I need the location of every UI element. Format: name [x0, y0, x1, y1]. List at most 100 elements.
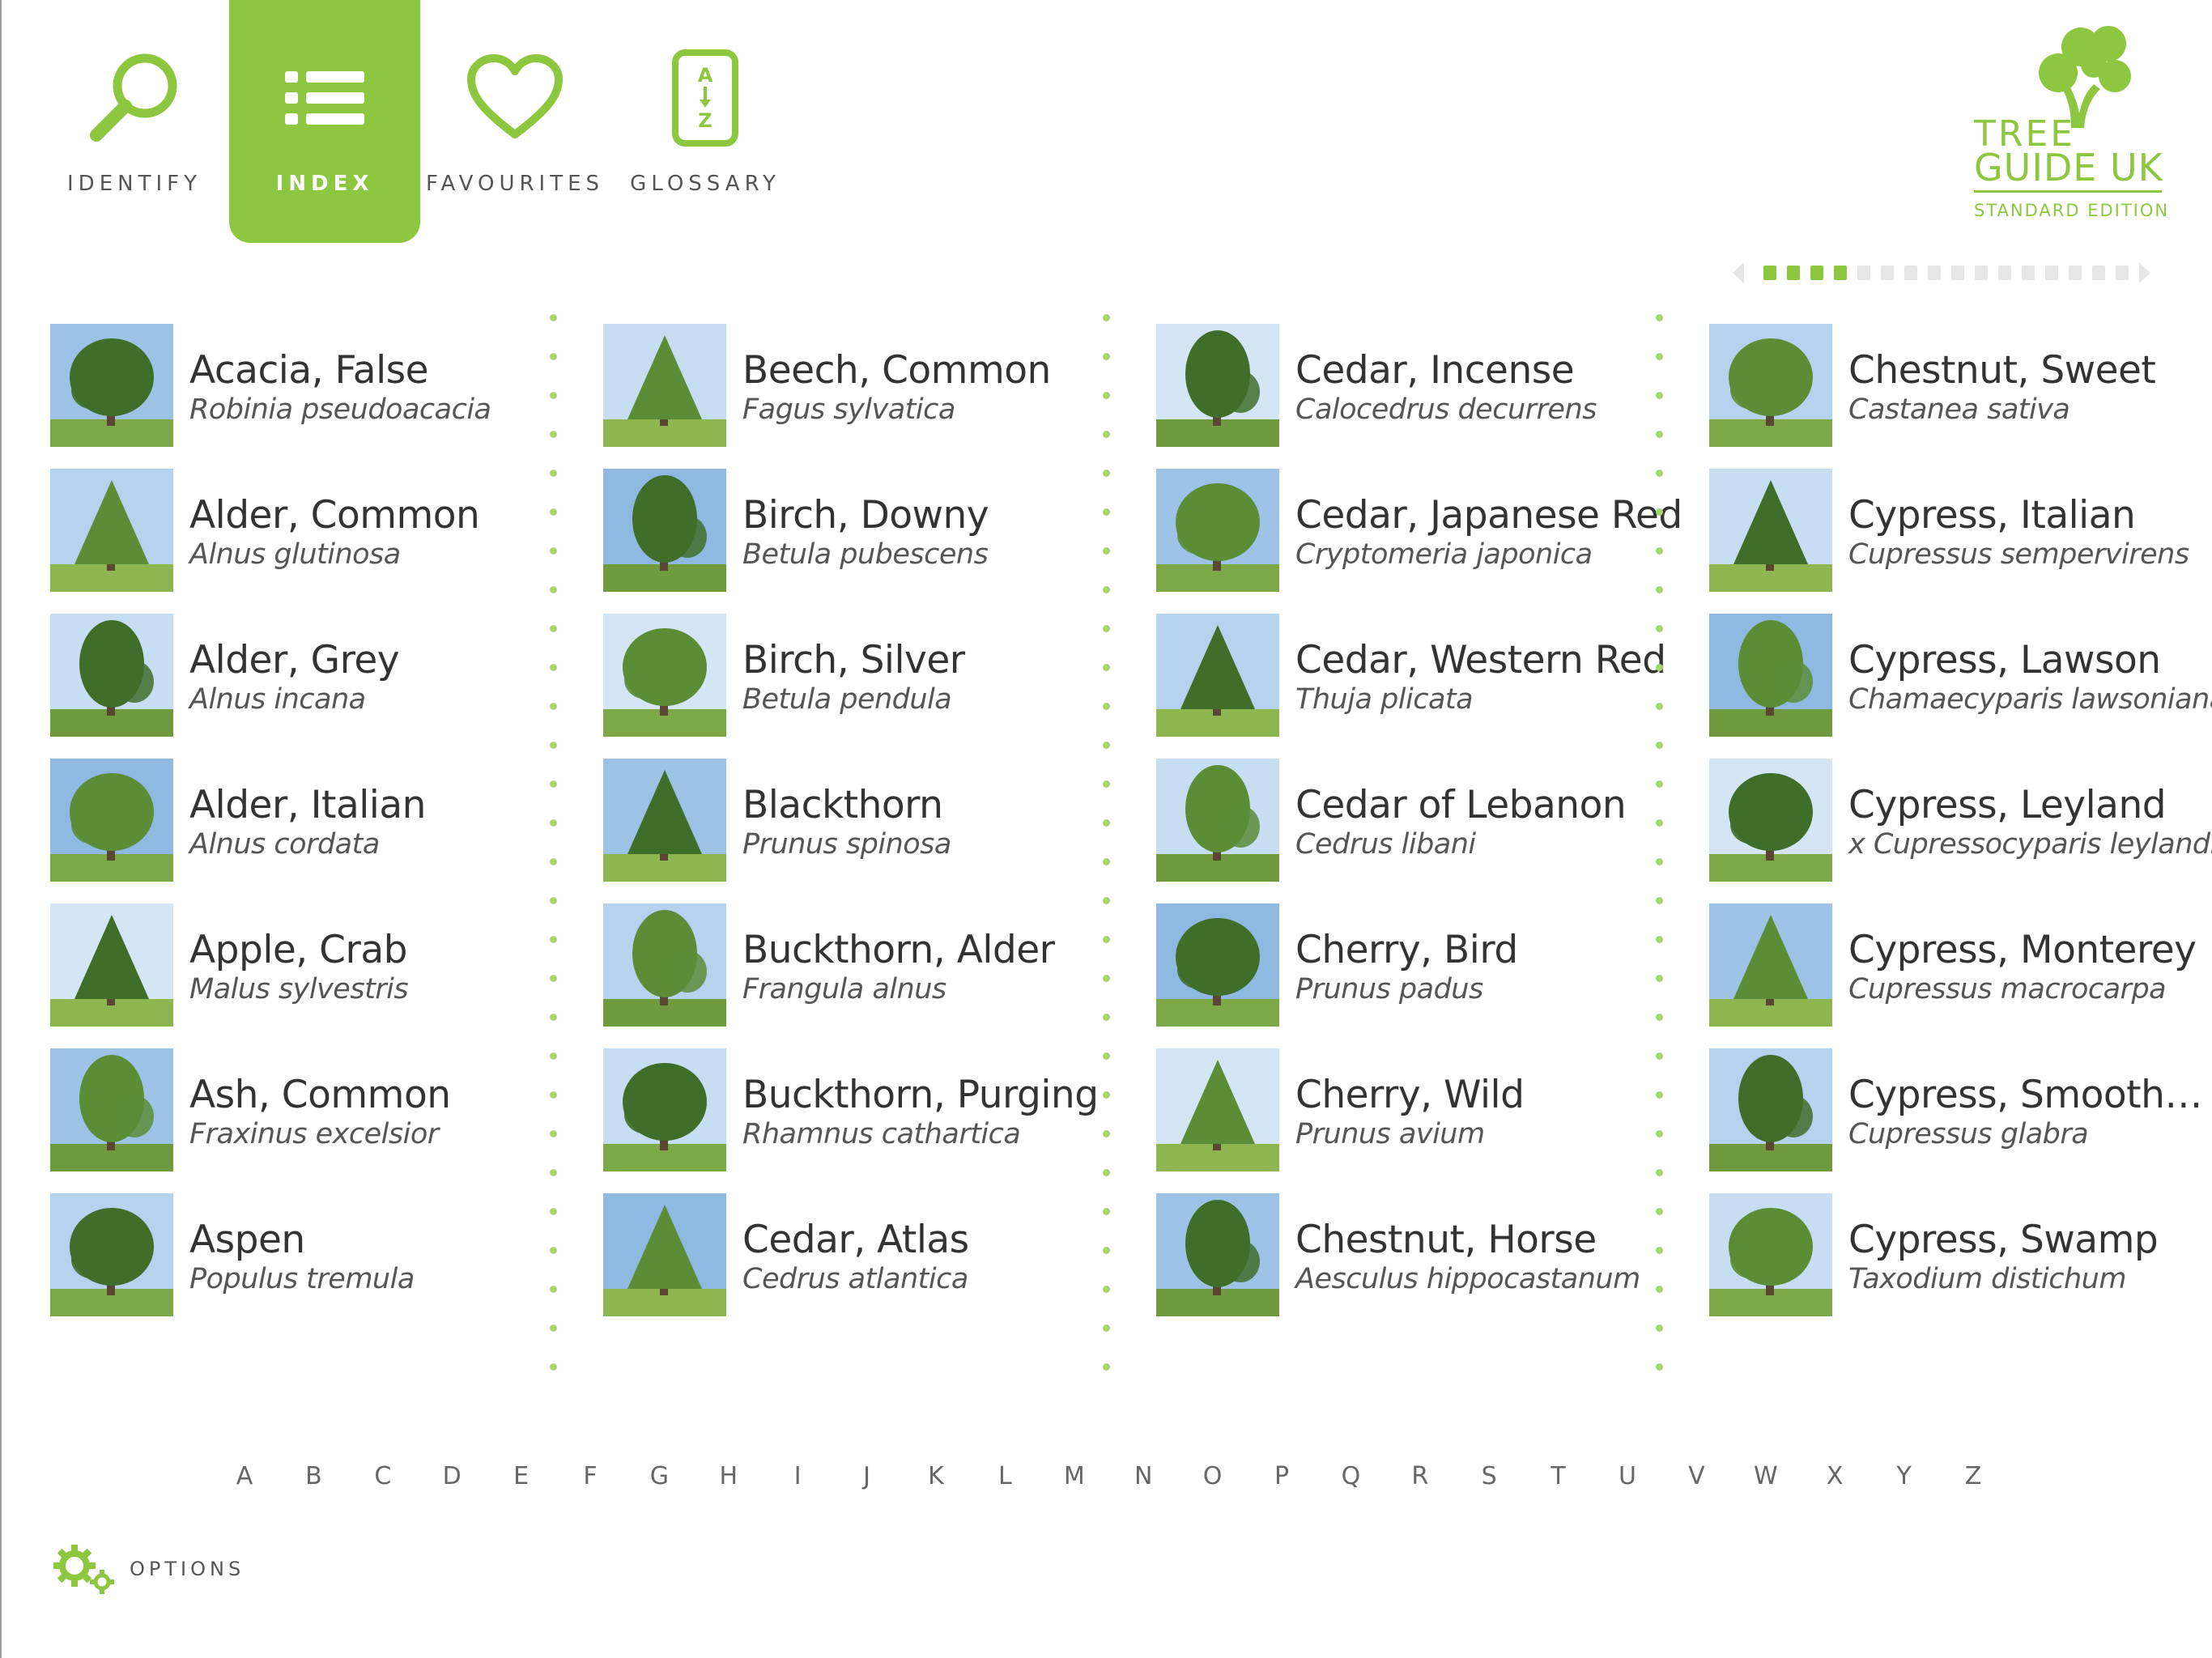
- alphabet-letter-q[interactable]: Q: [1326, 1462, 1375, 1490]
- alphabet-letter-z[interactable]: Z: [1949, 1462, 1997, 1490]
- tree-common-name: Cypress, Lawson: [1848, 638, 2161, 682]
- alphabet-letter-f[interactable]: F: [566, 1462, 615, 1490]
- nav-glossary[interactable]: A Z GLOSSARY: [610, 0, 801, 243]
- alphabet-letter-i[interactable]: I: [773, 1462, 822, 1490]
- tree-list-item[interactable]: Cedar, Incense Calocedrus decurrens: [1156, 324, 1707, 447]
- tree-thumbnail: [1709, 759, 1832, 882]
- alphabet-letter-a[interactable]: A: [220, 1462, 269, 1490]
- tree-list-item[interactable]: Cypress, Lawson Chamaecyparis lawsoniana: [1709, 614, 2212, 737]
- pager-dot-1[interactable]: [1763, 266, 1776, 280]
- alphabet-letter-c[interactable]: C: [359, 1462, 407, 1490]
- tree-list-item[interactable]: Chestnut, Sweet Castanea sativa: [1709, 324, 2212, 447]
- tree-list-item[interactable]: Birch, Downy Betula pubescens: [603, 469, 1154, 592]
- pager-dot-9[interactable]: [1951, 266, 1964, 280]
- tree-list-item[interactable]: Cypress, Smooth… Cupressus glabra: [1709, 1048, 2212, 1171]
- logo-line-guide: GUIDE UK: [1974, 146, 2163, 189]
- pager-dot-2[interactable]: [1787, 266, 1800, 280]
- tree-latin-name: Alnus cordata: [189, 828, 380, 861]
- pager-dot-15[interactable]: [2092, 266, 2105, 280]
- tree-list-item[interactable]: Aspen Populus tremula: [50, 1193, 601, 1316]
- alphabet-letter-b[interactable]: B: [289, 1462, 338, 1490]
- tree-common-name: Cypress, Leyland: [1848, 783, 2167, 827]
- tree-list-item[interactable]: Beech, Common Fagus sylvatica: [603, 324, 1154, 447]
- tree-list-item[interactable]: Cherry, Wild Prunus avium: [1156, 1048, 1707, 1171]
- tree-latin-name: Fraxinus excelsior: [189, 1118, 439, 1150]
- tree-list-item[interactable]: Buckthorn, Alder Frangula alnus: [603, 903, 1154, 1027]
- tree-thumbnail: [50, 469, 173, 592]
- alphabet-letter-u[interactable]: U: [1603, 1462, 1652, 1490]
- alphabet-letter-p[interactable]: P: [1257, 1462, 1306, 1490]
- tree-thumbnail: [603, 324, 726, 447]
- nav-identify[interactable]: IDENTIFY: [39, 0, 230, 243]
- pager-dot-16[interactable]: [2116, 266, 2129, 280]
- alphabet-letter-j[interactable]: J: [843, 1462, 891, 1490]
- tree-list-item[interactable]: Birch, Silver Betula pendula: [603, 614, 1154, 737]
- tree-thumbnail: [1156, 903, 1279, 1027]
- tree-guide-logo: TREE GUIDE UK STANDARD EDITION: [1967, 23, 2167, 225]
- pager-dot-13[interactable]: [2045, 266, 2058, 280]
- alphabet-letter-m[interactable]: M: [1050, 1462, 1099, 1490]
- tree-thumbnail: [603, 614, 726, 737]
- alphabet-letter-y[interactable]: Y: [1880, 1462, 1929, 1490]
- alphabet-letter-l[interactable]: L: [981, 1462, 1029, 1490]
- tree-list-item[interactable]: Cypress, Swamp Taxodium distichum: [1709, 1193, 2212, 1316]
- tree-list-item[interactable]: Cypress, Monterey Cupressus macrocarpa: [1709, 903, 2212, 1027]
- tree-common-name: Ash, Common: [189, 1073, 451, 1117]
- pager-dot-7[interactable]: [1904, 266, 1917, 280]
- tree-thumbnail: [1709, 1193, 1832, 1316]
- tree-list-item[interactable]: Blackthorn Prunus spinosa: [603, 759, 1154, 882]
- pager-next-arrow-icon[interactable]: [2139, 262, 2150, 283]
- pager-prev-arrow-icon[interactable]: [1733, 262, 1744, 283]
- tree-list-item[interactable]: Alder, Grey Alnus incana: [50, 614, 601, 737]
- tree-list-item[interactable]: Chestnut, Horse Aesculus hippocastanum: [1156, 1193, 1707, 1316]
- pager-dot-12[interactable]: [2022, 266, 2035, 280]
- alphabet-letter-r[interactable]: R: [1396, 1462, 1444, 1490]
- tree-list-item[interactable]: Cypress, Leyland x Cupressocyparis leylan…: [1709, 759, 2212, 882]
- tree-thumbnail: [1709, 1048, 1832, 1171]
- tree-list-item[interactable]: Apple, Crab Malus sylvestris: [50, 903, 601, 1027]
- nav-index[interactable]: INDEX: [229, 0, 420, 243]
- pager-dot-14[interactable]: [2069, 266, 2082, 280]
- alphabet-letter-x[interactable]: X: [1810, 1462, 1859, 1490]
- tree-list-item[interactable]: Alder, Italian Alnus cordata: [50, 759, 601, 882]
- tree-list-item[interactable]: Cedar of Lebanon Cedrus libani: [1156, 759, 1707, 882]
- alphabet-letter-h[interactable]: H: [704, 1462, 753, 1490]
- alphabet-letter-g[interactable]: G: [635, 1462, 683, 1490]
- pager-dot-11[interactable]: [1998, 266, 2011, 280]
- tree-common-name: Cherry, Wild: [1295, 1073, 1525, 1117]
- options-label: OPTIONS: [130, 1558, 245, 1580]
- alphabet-letter-v[interactable]: V: [1672, 1462, 1721, 1490]
- tree-thumbnail: [1709, 614, 1832, 737]
- list-icon: [229, 45, 420, 151]
- nav-favourites[interactable]: FAVOURITES: [419, 0, 610, 243]
- alphabet-letter-t[interactable]: T: [1534, 1462, 1583, 1490]
- tree-list-item[interactable]: Cypress, Italian Cupressus sempervirens: [1709, 469, 2212, 592]
- tree-list-item[interactable]: Cedar, Western Red Thuja plicata: [1156, 614, 1707, 737]
- alphabet-letter-n[interactable]: N: [1119, 1462, 1168, 1490]
- alphabet-letter-k[interactable]: K: [912, 1462, 960, 1490]
- alphabet-letter-d[interactable]: D: [428, 1462, 476, 1490]
- logo-edition: STANDARD EDITION: [1974, 201, 2170, 220]
- alphabet-letter-s[interactable]: S: [1465, 1462, 1513, 1490]
- alphabet-letter-o[interactable]: O: [1189, 1462, 1237, 1490]
- tree-list-item[interactable]: Cherry, Bird Prunus padus: [1156, 903, 1707, 1027]
- tree-list-item[interactable]: Buckthorn, Purging Rhamnus cathartica: [603, 1048, 1154, 1171]
- tree-list-item[interactable]: Alder, Common Alnus glutinosa: [50, 469, 601, 592]
- pager-dot-6[interactable]: [1881, 266, 1894, 280]
- tree-list-item[interactable]: Cedar, Japanese Red Cryptomeria japonica: [1156, 469, 1707, 592]
- tree-thumbnail: [603, 759, 726, 882]
- pager-dot-10[interactable]: [1975, 266, 1988, 280]
- pager-dot-3[interactable]: [1810, 266, 1823, 280]
- tree-common-name: Cypress, Smooth…: [1848, 1073, 2202, 1117]
- tree-list-item[interactable]: Ash, Common Fraxinus excelsior: [50, 1048, 601, 1171]
- pager-dot-4[interactable]: [1834, 266, 1847, 280]
- tree-list-item[interactable]: Acacia, False Robinia pseudoacacia: [50, 324, 601, 447]
- tree-list-item[interactable]: Cedar, Atlas Cedrus atlantica: [603, 1193, 1154, 1316]
- alphabet-letter-e[interactable]: E: [497, 1462, 546, 1490]
- tree-latin-name: Aesculus hippocastanum: [1295, 1263, 1640, 1295]
- alphabet-letter-w[interactable]: W: [1742, 1462, 1790, 1490]
- options-button[interactable]: OPTIONS: [53, 1541, 296, 1598]
- pager-dot-5[interactable]: [1857, 266, 1870, 280]
- pager-dot-8[interactable]: [1928, 266, 1941, 280]
- tree-thumbnail: [1156, 759, 1279, 882]
